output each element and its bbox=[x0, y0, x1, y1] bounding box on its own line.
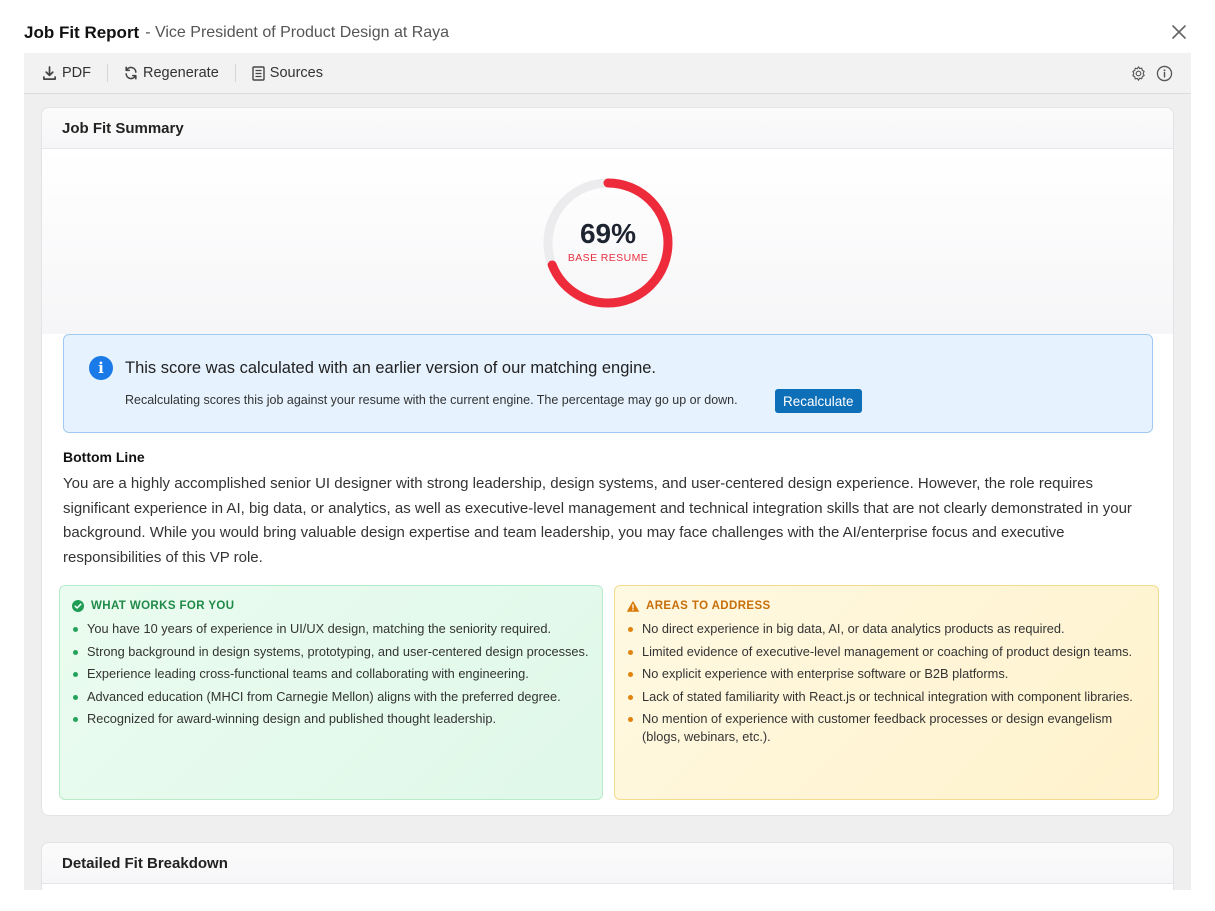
job-fit-summary-card: Job Fit Summary 69% BASE RESUME i This s… bbox=[41, 107, 1174, 816]
strength-item: Experience leading cross-functional team… bbox=[72, 665, 590, 683]
gaps-heading: AREAS TO ADDRESS bbox=[627, 600, 1146, 612]
job-fit-report-modal: Job Fit Report - Vice President of Produ… bbox=[0, 0, 1215, 911]
gap-item: No direct experience in big data, AI, or… bbox=[627, 620, 1146, 638]
regenerate-button[interactable]: Regenerate bbox=[124, 65, 219, 81]
detailed-fit-breakdown-card: Detailed Fit Breakdown bbox=[41, 842, 1174, 890]
alert-title: This score was calculated with an earlie… bbox=[125, 359, 657, 377]
score-area: 69% BASE RESUME bbox=[42, 149, 1173, 334]
strengths-heading: WHAT WORKS FOR YOU bbox=[72, 600, 590, 612]
recalculate-button[interactable]: Recalculate bbox=[775, 389, 862, 413]
warning-icon bbox=[627, 600, 639, 612]
gaps-list: No direct experience in big data, AI, or… bbox=[627, 620, 1146, 746]
strength-item: Recognized for award-winning design and … bbox=[72, 710, 590, 728]
pdf-button[interactable]: PDF bbox=[42, 65, 91, 81]
report-content[interactable]: Job Fit Summary 69% BASE RESUME i This s… bbox=[24, 94, 1191, 890]
gap-item: No explicit experience with enterprise s… bbox=[627, 665, 1146, 683]
bottom-line-text: You are a highly accomplished senior UI … bbox=[63, 475, 1132, 566]
strengths-box: WHAT WORKS FOR YOU You have 10 years of … bbox=[59, 585, 603, 800]
sources-button[interactable]: Sources bbox=[252, 65, 323, 81]
score-label: BASE RESUME bbox=[567, 252, 649, 264]
toolbar: PDF Regenerate Sources bbox=[24, 53, 1191, 94]
gap-item: Limited evidence of executive-level mana… bbox=[627, 643, 1146, 661]
alert-text: Recalculating scores this job against yo… bbox=[125, 393, 738, 407]
close-button[interactable] bbox=[1167, 20, 1191, 44]
detail-card-title[interactable]: Detailed Fit Breakdown bbox=[42, 843, 1173, 884]
refresh-icon bbox=[125, 66, 137, 80]
sources-button-label: Sources bbox=[269, 65, 323, 81]
strengths-list: You have 10 years of experience in UI/UX… bbox=[72, 620, 590, 728]
toolbar-divider bbox=[107, 64, 108, 82]
strength-item: Advanced education (MHCI from Carnegie M… bbox=[72, 688, 590, 706]
gap-item: Lack of stated familiarity with React.js… bbox=[627, 688, 1146, 706]
gear-icon[interactable] bbox=[1130, 65, 1147, 82]
gaps-box: AREAS TO ADDRESS No direct experience in… bbox=[614, 585, 1159, 800]
close-icon bbox=[1172, 25, 1186, 39]
summary-card-title: Job Fit Summary bbox=[42, 108, 1173, 149]
strength-item: Strong background in design systems, pro… bbox=[72, 643, 590, 661]
bottom-line-heading: Bottom Line bbox=[63, 449, 145, 465]
score-value: 69% bbox=[579, 218, 637, 249]
modal-subtitle: - Vice President of Product Design at Ra… bbox=[145, 24, 450, 41]
strength-item: You have 10 years of experience in UI/UX… bbox=[72, 620, 590, 638]
check-circle-icon bbox=[72, 600, 84, 612]
document-icon bbox=[252, 65, 265, 81]
toolbar-divider bbox=[234, 64, 236, 82]
download-icon bbox=[43, 65, 56, 80]
gap-item: No mention of experience with customer f… bbox=[627, 710, 1146, 746]
pdf-button-label: PDF bbox=[62, 65, 91, 81]
modal-title: Job Fit Report bbox=[24, 23, 140, 42]
info-circle-icon: i bbox=[89, 356, 113, 380]
gaps-heading-label: AREAS TO ADDRESS bbox=[646, 600, 771, 612]
engine-version-alert: i This score was calculated with an earl… bbox=[63, 334, 1153, 433]
score-gauge: 69% BASE RESUME bbox=[541, 176, 675, 310]
strengths-heading-label: WHAT WORKS FOR YOU bbox=[91, 600, 235, 612]
modal-header: Job Fit Report - Vice President of Produ… bbox=[24, 18, 1191, 48]
regenerate-button-label: Regenerate bbox=[143, 65, 219, 81]
info-icon[interactable] bbox=[1156, 65, 1173, 82]
toolbar-right bbox=[1130, 65, 1173, 82]
